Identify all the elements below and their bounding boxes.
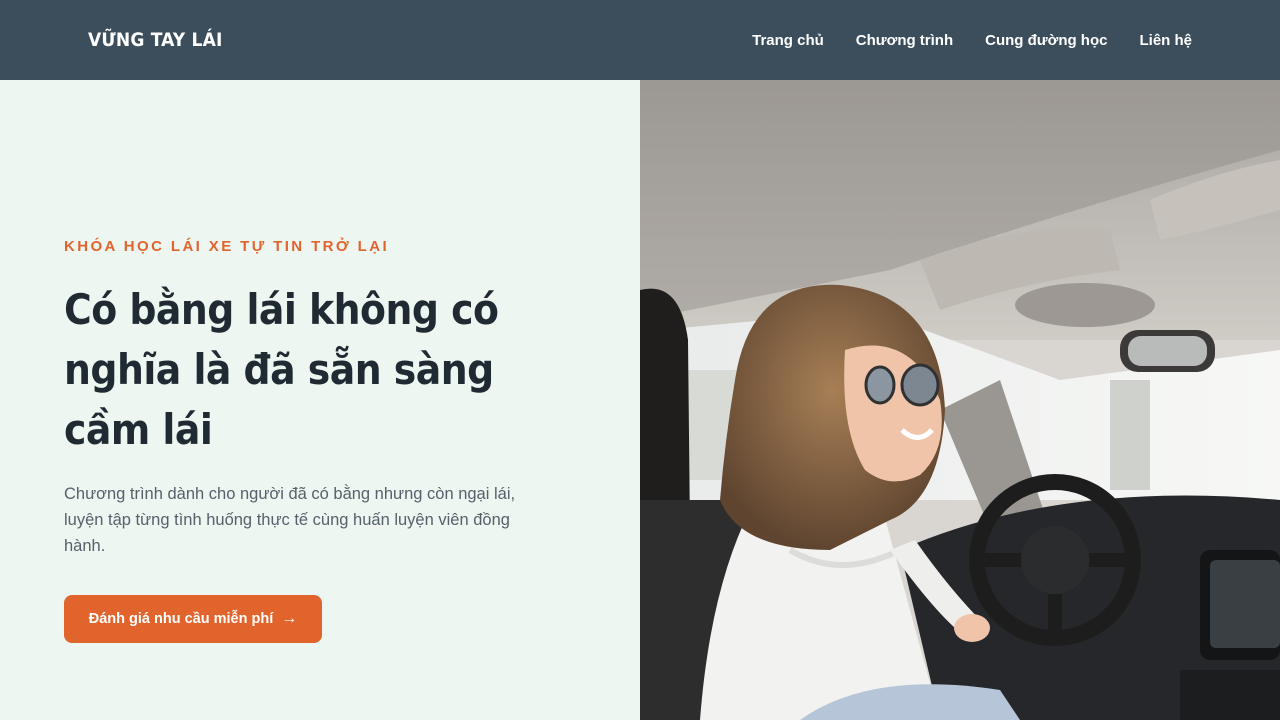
hero-content: KHÓA HỌC LÁI XE TỰ TIN TRỞ LẠI Có bằng l… bbox=[0, 80, 640, 720]
free-assessment-button[interactable]: Đánh giá nhu cầu miễn phí → bbox=[64, 595, 322, 643]
nav-link-contact[interactable]: Liên hệ bbox=[1139, 32, 1192, 49]
nav-link-routes[interactable]: Cung đường học bbox=[985, 32, 1107, 49]
arrow-right-icon: → bbox=[281, 610, 298, 627]
car-interior-illustration bbox=[640, 80, 1280, 720]
hero-photo-woman-driving bbox=[640, 80, 1280, 720]
cta-label: Đánh giá nhu cầu miễn phí bbox=[88, 611, 274, 627]
nav-link-programs[interactable]: Chương trình bbox=[856, 32, 953, 49]
hero-eyebrow: KHÓA HỌC LÁI XE TỰ TIN TRỞ LẠI bbox=[64, 238, 390, 255]
hero-description: Chương trình dành cho người đã có bằng n… bbox=[64, 485, 516, 555]
site-logo[interactable]: VỮNG TAY LÁI bbox=[88, 29, 223, 51]
main-nav: Trang chủ Chương trình Cung đường học Li… bbox=[752, 32, 1192, 49]
top-navbar: VỮNG TAY LÁI Trang chủ Chương trình Cung… bbox=[0, 0, 1280, 80]
hero-headline: Có bằng lái không có nghĩa là đã sẵn sàn… bbox=[64, 285, 499, 454]
nav-link-home[interactable]: Trang chủ bbox=[752, 32, 824, 49]
